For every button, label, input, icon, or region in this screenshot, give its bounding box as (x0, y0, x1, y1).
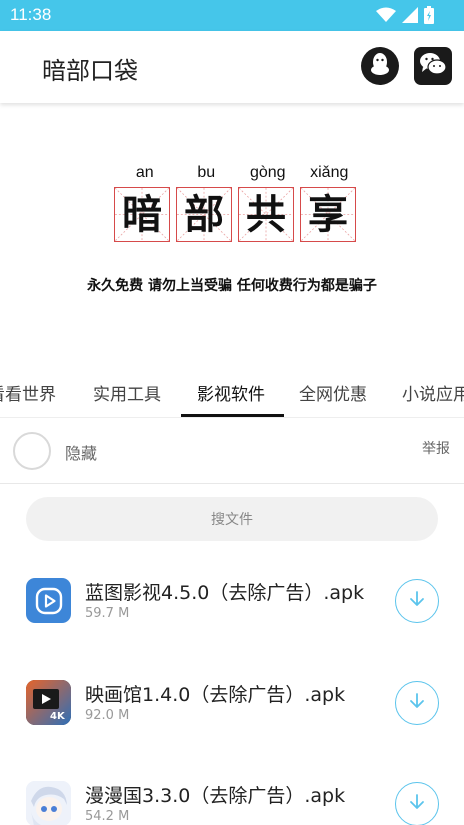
character-grid-row: 暗 部 共 享 (114, 187, 356, 242)
hide-label[interactable]: 隐藏 (65, 440, 97, 464)
pinyin-0: an (135, 164, 154, 181)
download-icon (407, 792, 427, 816)
app-bar: 暗部口袋 (0, 31, 464, 103)
file-size: 59.7 M (85, 606, 130, 621)
tab-video-apps[interactable]: 影视软件 (197, 380, 265, 405)
character-cell: 共 (238, 187, 294, 242)
qq-penguin-icon (369, 52, 391, 80)
tab-novel-apps[interactable]: 小说应用 (402, 380, 464, 405)
report-button[interactable]: 举报 (422, 438, 450, 458)
file-size: 92.0 M (85, 708, 130, 723)
download-button[interactable] (395, 681, 439, 725)
pinyin-3: xiǎng (310, 164, 349, 181)
tab-watch-world[interactable]: 看看世界 (0, 380, 56, 405)
tab-deals[interactable]: 全网优惠 (299, 380, 367, 405)
avatar[interactable] (13, 432, 51, 470)
file-name: 蓝图影视4.5.0（去除广告）.apk (85, 582, 365, 604)
file-size: 54.2 M (85, 809, 130, 824)
qq-button[interactable] (361, 47, 399, 85)
app-title: 暗部口袋 (42, 57, 138, 85)
status-bar: 11:38 (0, 0, 464, 31)
file-item[interactable]: 蓝图影视4.5.0（去除广告）.apk 59.7 M (0, 565, 464, 645)
anime-app-icon (26, 781, 71, 825)
signal-icon (402, 7, 418, 27)
pinyin-2: gòng (249, 164, 286, 181)
search-input[interactable]: 搜文件 (26, 497, 438, 541)
tab-tools[interactable]: 实用工具 (93, 380, 161, 405)
category-tabs: 看看世界 实用工具 影视软件 全网优惠 小说应用 (0, 368, 464, 418)
file-item[interactable]: 4K 映画馆1.4.0（去除广告）.apk 92.0 M (0, 667, 464, 747)
character-0: 暗 (122, 190, 162, 238)
battery-icon (424, 6, 434, 28)
file-name: 漫漫国3.3.0（去除广告）.apk (85, 785, 346, 807)
play-app-icon (26, 578, 71, 623)
download-icon (407, 589, 427, 613)
download-button[interactable] (395, 579, 439, 623)
download-button[interactable] (395, 782, 439, 825)
search-placeholder: 搜文件 (211, 512, 253, 528)
pinyin-row: an bu gòng xiǎng (114, 164, 360, 182)
status-time: 11:38 (10, 5, 52, 24)
wechat-icon (419, 52, 447, 80)
slogan: 永久免费 请勿上当受骗 任何收费行为都是骗子 (87, 278, 377, 294)
file-item[interactable]: 漫漫国3.3.0（去除广告）.apk 54.2 M (0, 768, 464, 825)
download-icon (407, 691, 427, 715)
svg-text:4K: 4K (50, 711, 66, 722)
character-cell: 暗 (114, 187, 170, 242)
tab-indicator (181, 414, 284, 417)
status-icons (376, 6, 434, 28)
wechat-button[interactable] (414, 47, 452, 85)
character-cell: 享 (300, 187, 356, 242)
file-name: 映画馆1.4.0（去除广告）.apk (85, 684, 346, 706)
character-cell: 部 (176, 187, 232, 242)
pinyin-1: bu (197, 164, 216, 181)
character-2: 共 (246, 190, 286, 238)
character-1: 部 (184, 190, 224, 238)
post-header: 隐藏 举报 (0, 420, 464, 484)
film-app-icon: 4K (26, 680, 71, 725)
wifi-icon (376, 7, 396, 27)
character-3: 享 (308, 190, 348, 238)
